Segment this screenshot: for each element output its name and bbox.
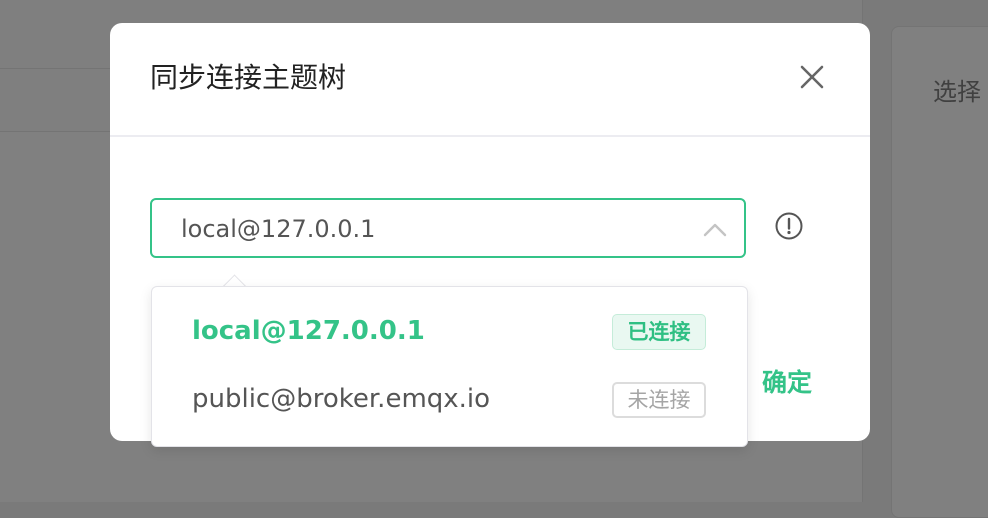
connection-dropdown: local@127.0.0.1 已连接 public@broker.emqx.i… [151, 286, 748, 447]
close-button[interactable] [796, 61, 828, 93]
dialog-header: 同步连接主题树 [110, 23, 870, 137]
background-right-panel-title: 选择 [933, 78, 981, 106]
option-label: public@broker.emqx.io [192, 384, 491, 414]
connection-select[interactable]: local@127.0.0.1 [150, 198, 746, 258]
dropdown-option-public[interactable]: public@broker.emqx.io 未连接 [152, 368, 747, 436]
confirm-button[interactable]: 确定 [762, 363, 812, 399]
dialog-title: 同步连接主题树 [150, 61, 347, 94]
connection-select-value: local@127.0.0.1 [181, 215, 376, 243]
dropdown-option-local[interactable]: local@127.0.0.1 已连接 [152, 300, 747, 368]
status-badge-connected: 已连接 [612, 314, 706, 350]
option-label: local@127.0.0.1 [192, 316, 425, 346]
info-circle-icon[interactable] [774, 211, 804, 241]
chevron-up-icon [703, 223, 727, 237]
status-badge-disconnected: 未连接 [612, 382, 706, 418]
close-icon [800, 65, 824, 89]
